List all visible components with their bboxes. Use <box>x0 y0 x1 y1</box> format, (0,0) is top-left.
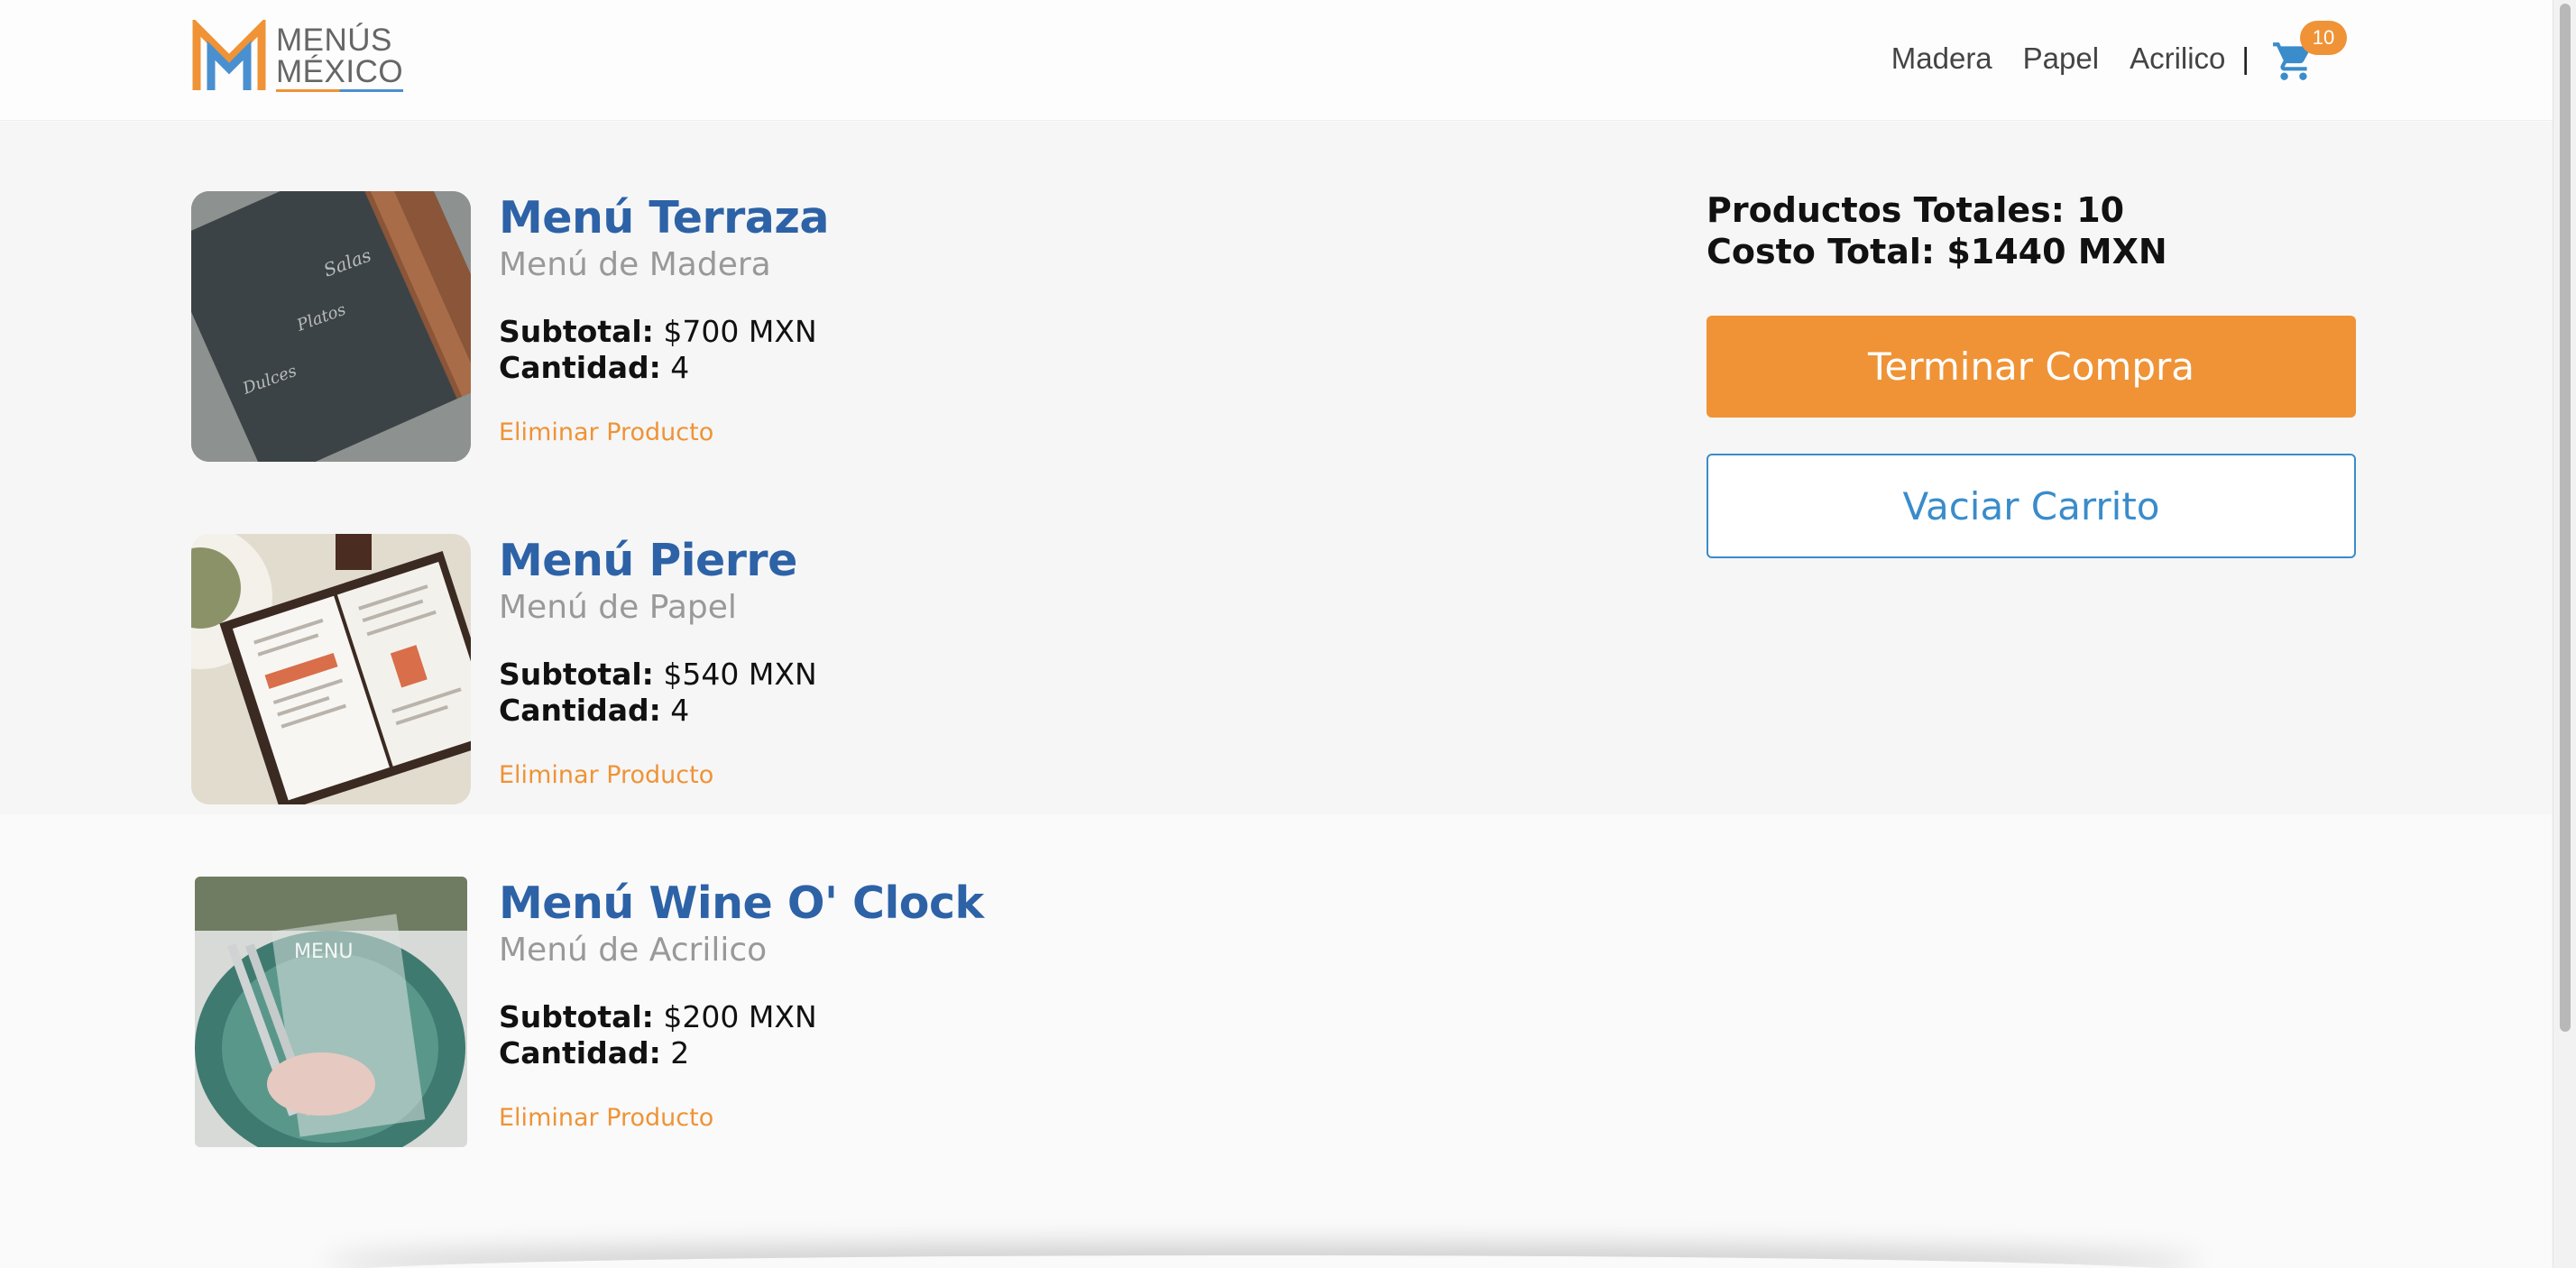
quantity-label: Cantidad: <box>499 693 661 728</box>
item-quantity: Cantidad: 4 <box>499 693 817 729</box>
product-image <box>191 534 471 804</box>
product-photo-acrilico: MENU <box>195 877 467 1147</box>
item-details: Menú Wine O' Clock Menú de Acrilico Subt… <box>499 877 984 1132</box>
main-nav: Madera Papel Acrilico | 10 <box>1861 21 2347 90</box>
logo-line1: MENÚS <box>276 22 392 58</box>
subtotal-value: $700 MXN <box>663 314 817 349</box>
product-image: MENU <box>195 877 467 1147</box>
item-subtotal: Subtotal: $700 MXN <box>499 314 829 350</box>
product-photo-madera: Salas Platos Dulces <box>191 191 471 462</box>
cart-button[interactable]: 10 <box>2271 21 2347 84</box>
quantity-label: Cantidad: <box>499 350 661 385</box>
quantity-label: Cantidad: <box>499 1035 661 1070</box>
nav-separator: | <box>2241 41 2249 75</box>
item-subtotal: Subtotal: $200 MXN <box>499 999 984 1035</box>
quantity-value: 4 <box>670 693 690 728</box>
subtotal-value: $200 MXN <box>663 999 817 1034</box>
empty-cart-button[interactable]: Vaciar Carrito <box>1707 454 2356 558</box>
order-summary: Productos Totales: 10 Costo Total: $1440… <box>1707 189 2356 558</box>
quantity-value: 2 <box>670 1035 690 1070</box>
checkout-button[interactable]: Terminar Compra <box>1707 316 2356 418</box>
product-photo-papel <box>191 534 471 804</box>
item-quantity: Cantidad: 2 <box>499 1035 984 1071</box>
item-name[interactable]: Menú Wine O' Clock <box>499 877 984 931</box>
nav-link-papel[interactable]: Papel <box>2023 41 2099 76</box>
remove-product-link[interactable]: Eliminar Producto <box>499 418 713 446</box>
scrollbar-thumb[interactable] <box>2560 4 2571 1032</box>
item-name[interactable]: Menú Terraza <box>499 191 829 245</box>
page-scrollbar[interactable] <box>2553 0 2576 1268</box>
subtotal-label: Subtotal: <box>499 314 654 349</box>
subtotal-label: Subtotal: <box>499 999 654 1034</box>
footer-shadow <box>325 1255 2201 1268</box>
item-name[interactable]: Menú Pierre <box>499 534 817 588</box>
product-image: Salas Platos Dulces <box>191 191 471 462</box>
logo-icon <box>192 20 266 90</box>
item-details: Menú Terraza Menú de Madera Subtotal: $7… <box>499 191 829 446</box>
cart-item: Salas Platos Dulces Menú Terraza Menú de… <box>191 191 1274 462</box>
item-details: Menú Pierre Menú de Papel Subtotal: $540… <box>499 534 817 789</box>
item-type: Menú de Papel <box>499 589 737 626</box>
brand-logo[interactable]: MENÚS MÉXICO <box>191 20 408 96</box>
quantity-value: 4 <box>670 350 690 385</box>
cart-item: MENU Menú Wine O' Clock Menú de Acrilico… <box>191 877 1274 1147</box>
logo-line2: MÉXICO <box>276 55 404 92</box>
item-type: Menú de Acrilico <box>499 932 768 969</box>
total-cost: Costo Total: $1440 MXN <box>1707 232 2167 271</box>
remove-product-link[interactable]: Eliminar Producto <box>499 1104 713 1132</box>
subtotal-value: $540 MXN <box>663 657 817 692</box>
svg-text:MENU: MENU <box>294 941 353 963</box>
nav-link-madera[interactable]: Madera <box>1891 41 1992 76</box>
cart-item: Menú Pierre Menú de Papel Subtotal: $540… <box>191 534 1274 804</box>
nav-link-acrilico[interactable]: Acrilico <box>2130 41 2225 76</box>
item-type: Menú de Madera <box>499 246 771 283</box>
item-quantity: Cantidad: 4 <box>499 350 829 386</box>
total-products: Productos Totales: 10 <box>1707 190 2125 230</box>
logo-wordmark: MENÚS MÉXICO <box>276 22 404 92</box>
cart-count-badge: 10 <box>2300 21 2347 55</box>
subtotal-label: Subtotal: <box>499 657 654 692</box>
remove-product-link[interactable]: Eliminar Producto <box>499 761 713 789</box>
site-header: MENÚS MÉXICO Madera Papel Acrilico | 10 <box>0 0 2553 121</box>
item-subtotal: Subtotal: $540 MXN <box>499 657 817 693</box>
